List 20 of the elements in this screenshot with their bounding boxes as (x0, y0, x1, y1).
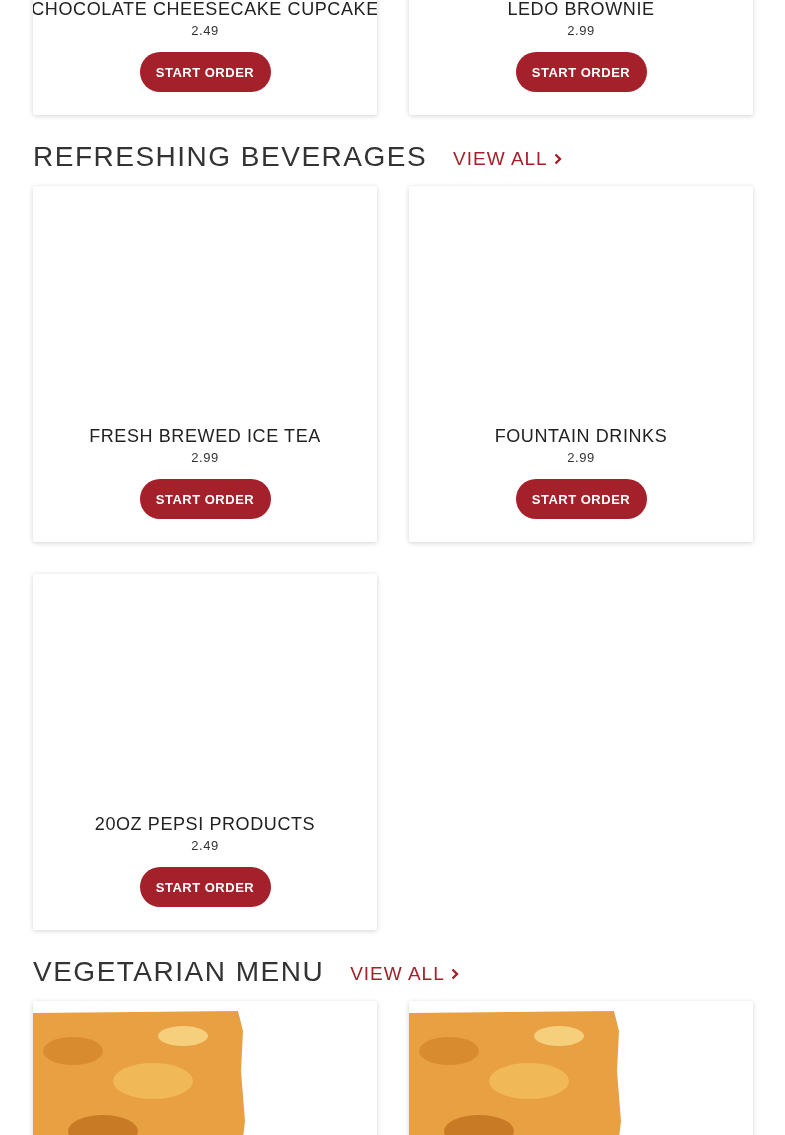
view-all-link[interactable]: VIEW ALL (453, 148, 562, 170)
product-name: FRESH BREWED ICE TEA (89, 426, 321, 446)
product-price: 2.49 (191, 838, 219, 854)
section-title: REFRESHING BEVERAGES (33, 142, 428, 172)
product-name: FOUNTAIN DRINKS (494, 426, 668, 446)
product-price: 2.49 (191, 23, 219, 39)
product-price: 2.99 (567, 23, 595, 39)
product-name: LEDO BROWNIE (507, 0, 655, 19)
product-name: 20OZ PEPSI PRODUCTS (94, 814, 316, 834)
start-order-button[interactable]: START ORDER (139, 867, 271, 907)
section-title: VEGETARIAN MENU (33, 957, 325, 987)
view-all-link[interactable]: VIEW ALL (350, 963, 459, 985)
start-order-button[interactable]: START ORDER (515, 52, 647, 92)
start-order-button[interactable]: START ORDER (515, 479, 647, 519)
chevron-right-icon (553, 153, 562, 165)
product-price: 2.99 (191, 450, 219, 466)
chevron-right-icon (450, 968, 459, 980)
product-price: 2.99 (567, 450, 595, 466)
start-order-button[interactable]: START ORDER (139, 479, 271, 519)
start-order-button[interactable]: START ORDER (139, 52, 271, 92)
